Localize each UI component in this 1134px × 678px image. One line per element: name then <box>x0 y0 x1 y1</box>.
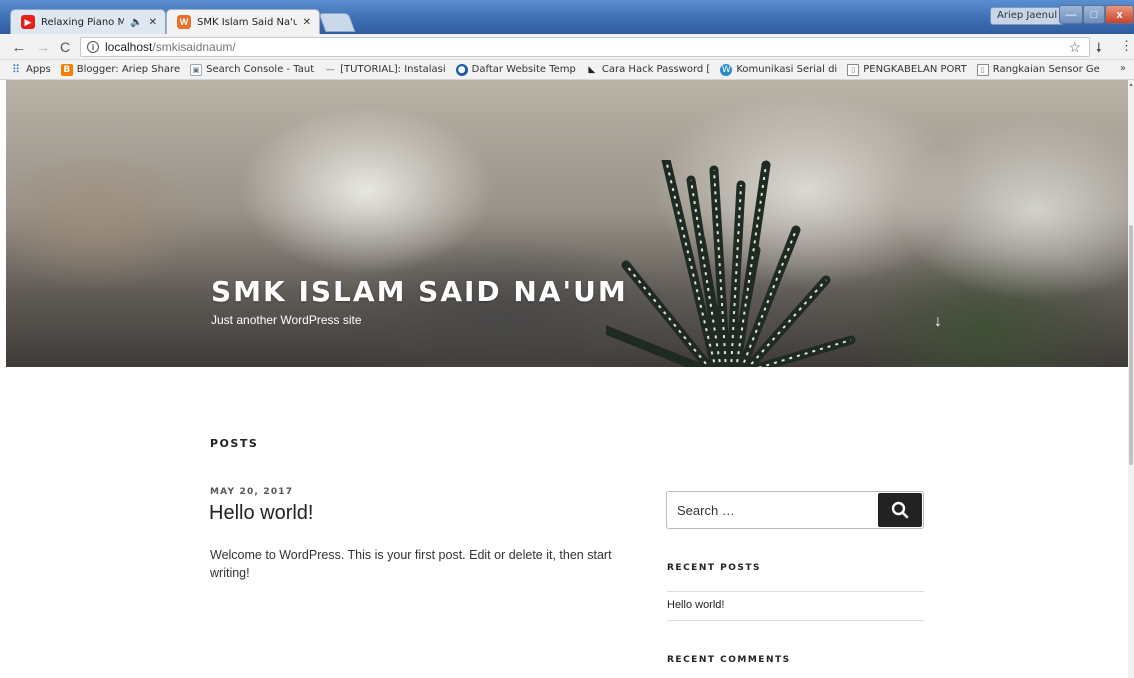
bookmark-label: Blogger: Ariep Share <box>76 64 181 75</box>
forward-button[interactable]: → <box>34 37 52 57</box>
speaker-icon[interactable]: 🔈 <box>130 17 142 28</box>
bookmark-label: Search Console - Taut <box>206 64 315 75</box>
post-title[interactable]: Hello world! <box>209 502 313 525</box>
divider <box>667 620 924 621</box>
bookmark-label: [TUTORIAL]: Instalasi <box>340 64 446 75</box>
wordpress-icon: W <box>720 63 733 76</box>
bookmark-cara-hack[interactable]: ◣ Cara Hack Password [ <box>586 64 710 76</box>
close-tab-icon[interactable]: ✕ <box>149 17 157 28</box>
back-button[interactable]: ← <box>10 37 28 57</box>
close-tab-icon[interactable]: ✕ <box>303 17 311 28</box>
site-tagline: Just another WordPress site <box>211 313 362 327</box>
bookmark-tutorial[interactable]: — [TUTORIAL]: Instalasi <box>324 64 446 76</box>
scroll-down-arrow-icon[interactable]: ↓ <box>934 313 942 331</box>
bookmarks-overflow-icon[interactable]: » <box>1120 63 1126 74</box>
minimize-button[interactable]: — <box>1059 5 1083 24</box>
page-scrollbar[interactable]: ▴ <box>1128 80 1134 678</box>
tab-title: Relaxing Piano Music: <box>41 16 125 28</box>
download-extension-icon[interactable]: 🠗 <box>1096 39 1102 61</box>
posts-heading: POSTS <box>210 437 259 450</box>
scroll-up-icon[interactable]: ▴ <box>1128 82 1134 88</box>
bookmark-label: PENGKABELAN PORT <box>863 64 967 75</box>
dash-icon: — <box>325 64 335 75</box>
wordpress-icon: W <box>177 15 191 29</box>
bookmark-star-icon[interactable]: ☆ <box>1068 39 1081 56</box>
bookmark-pengkabelan[interactable]: ▯ PENGKABELAN PORT <box>847 63 967 76</box>
bookmark-komunikasi-serial[interactable]: W Komunikasi Serial di <box>720 63 838 76</box>
bookmark-apps[interactable]: ⠿ Apps <box>10 64 51 76</box>
globe-icon: ● <box>455 63 468 76</box>
post-excerpt: Welcome to WordPress. This is your first… <box>210 548 612 580</box>
hack-icon: ◣ <box>588 64 596 75</box>
bookmark-search-console[interactable]: ▣ Search Console - Taut <box>190 63 315 76</box>
kebab-menu-icon[interactable]: ⋮ <box>1120 38 1133 54</box>
close-window-button[interactable]: x <box>1105 5 1134 24</box>
search-input[interactable] <box>667 492 877 528</box>
bookmark-label: Apps <box>26 64 51 75</box>
search-form <box>666 491 924 529</box>
bookmark-label: Komunikasi Serial di <box>736 64 838 75</box>
youtube-icon: ▶ <box>21 15 35 29</box>
url-host: localhost <box>105 40 153 54</box>
bookmark-blogger[interactable]: B Blogger: Ariep Share <box>60 63 181 76</box>
bookmark-label: Cara Hack Password [ <box>601 64 711 75</box>
page-icon: ▯ <box>976 63 989 76</box>
info-icon[interactable]: i <box>87 41 99 53</box>
post-date[interactable]: MAY 20, 2017 <box>210 487 293 497</box>
recent-post-link[interactable]: Hello world! <box>667 599 724 611</box>
bookmarks-bar: ⠿ Apps B Blogger: Ariep Share ▣ Search C… <box>0 60 1134 80</box>
maximize-button[interactable]: □ <box>1083 5 1105 24</box>
reload-button[interactable]: C <box>56 37 74 57</box>
url-path: /smkisaidnaum/ <box>152 40 236 54</box>
search-icon <box>891 501 909 519</box>
blogger-icon: B <box>60 63 73 76</box>
page-icon: ▯ <box>847 63 860 76</box>
header-hero-image: SMK ISLAM SAID NA'UM Just another WordPr… <box>6 80 1128 367</box>
tab-smk-islam[interactable]: W SMK Islam Said Na'um – ✕ <box>166 9 320 34</box>
bookmark-label: Daftar Website Temp <box>471 64 576 75</box>
new-tab-button[interactable] <box>318 13 356 32</box>
recent-posts-heading: RECENT POSTS <box>667 563 761 573</box>
search-button[interactable] <box>878 493 922 527</box>
browser-titlebar: ▶ Relaxing Piano Music: 🔈 ✕ W SMK Islam … <box>0 0 1134 34</box>
browser-toolbar: ← → C i localhost/smkisaidnaum/ ☆ 🠗 ⋮ <box>0 34 1134 60</box>
profile-button[interactable]: Ariep Jaenul <box>990 7 1065 25</box>
bookmark-daftar-website[interactable]: ● Daftar Website Temp <box>455 63 576 76</box>
tab-title: SMK Islam Said Na'um – <box>197 16 297 28</box>
bookmark-label: Rangkaian Sensor Ge <box>992 64 1100 75</box>
recent-comments-heading: RECENT COMMENTS <box>667 655 791 665</box>
tab-relaxing-piano[interactable]: ▶ Relaxing Piano Music: 🔈 ✕ <box>10 9 166 34</box>
apps-grid-icon: ⠿ <box>11 63 21 76</box>
site-title[interactable]: SMK ISLAM SAID NA'UM <box>211 275 628 308</box>
bookmark-rangkaian-sensor[interactable]: ▯ Rangkaian Sensor Ge <box>976 63 1100 76</box>
divider <box>667 591 924 592</box>
search-console-icon: ▣ <box>190 63 203 76</box>
plant-image <box>606 160 856 367</box>
scrollbar-thumb[interactable] <box>1129 225 1133 465</box>
address-bar[interactable]: i localhost/smkisaidnaum/ ☆ <box>80 37 1090 57</box>
